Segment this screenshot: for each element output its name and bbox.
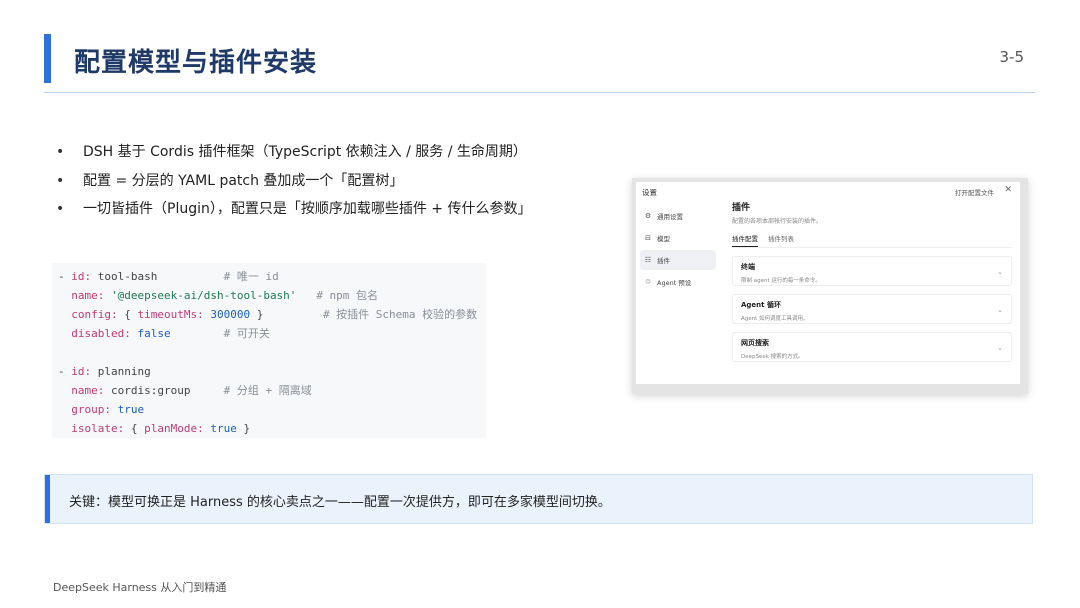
yaml-code-block: - id: tool-bash # 唯一 id name: '@deepseek…	[52, 263, 486, 438]
settings-sidebar: ⚙ 通用设置 ⊟ 模型 ☷ 插件 ♲ Agent 预设	[640, 206, 716, 294]
settings-screenshot: 设置 打开配置文件 ✕ ⚙ 通用设置 ⊟ 模型 ☷ 插件 ♲ Agent 预设 …	[632, 178, 1028, 394]
close-icon[interactable]: ✕	[1004, 185, 1012, 195]
list-icon: ☷	[644, 256, 652, 264]
sidebar-item-models[interactable]: ⊟ 模型	[640, 228, 716, 248]
title-divider	[44, 92, 1035, 93]
bullet-list: DSH 基于 Cordis 插件框架（TypeScript 依赖注入 / 服务 …	[56, 138, 531, 224]
plugins-pane: 插件 配置的各项本部帐行安装的插件。 插件配置 插件列表 终端 限制 agent…	[732, 200, 1012, 362]
card-subtitle: 限制 agent 运行的每一条命令。	[741, 278, 821, 284]
page-number: 3-5	[999, 48, 1025, 66]
chevron-down-icon[interactable]: ⌄	[997, 306, 1003, 314]
bullet-item: DSH 基于 Cordis 插件框架（TypeScript 依赖注入 / 服务 …	[56, 138, 531, 167]
sidebar-item-label: Agent 预设	[657, 279, 692, 287]
tab-plugin-list[interactable]: 插件列表	[768, 233, 794, 247]
card-subtitle: DeepSeek 搜索的方式。	[741, 354, 804, 360]
title-accent-bar	[44, 34, 51, 83]
code-text: - id: tool-bash # 唯一 id name: '@deepseek…	[58, 270, 478, 435]
card-title: Agent 循环	[741, 301, 781, 309]
callout-text: 关键：模型可换正是 Harness 的核心卖点之一——配置一次提供方，即可在多家…	[69, 495, 611, 510]
sidebar-item-label: 插件	[657, 257, 670, 265]
pane-subtitle: 配置的各项本部帐行安装的插件。	[732, 218, 823, 225]
sidebar-item-label: 通用设置	[657, 213, 683, 221]
page-title: 配置模型与插件安装	[74, 48, 318, 78]
card-subtitle: Agent 如何调度工具调用。	[741, 316, 809, 322]
chevron-down-icon[interactable]: ⌄	[997, 268, 1003, 276]
card-title: 终端	[741, 263, 755, 271]
open-config-button[interactable]: 打开配置文件	[955, 187, 994, 197]
pane-title: 插件	[732, 203, 751, 213]
sidebar-item-label: 模型	[657, 235, 670, 243]
gear-icon: ⚙	[644, 212, 652, 220]
plugin-card-web-search[interactable]: 网页搜索 DeepSeek 搜索的方式。 ⌄	[732, 332, 1012, 362]
recycle-icon: ♲	[644, 278, 652, 286]
card-title: 网页搜索	[741, 339, 769, 347]
sidebar-item-general[interactable]: ⚙ 通用设置	[640, 206, 716, 226]
callout-accent-bar	[45, 475, 50, 523]
tab-plugin-config[interactable]: 插件配置	[732, 233, 758, 247]
bullet-item: 配置 = 分层的 YAML patch 叠加成一个「配置树」	[56, 167, 531, 196]
footer-text: DeepSeek Harness 从入门到精通	[53, 581, 227, 594]
settings-title: 设置	[642, 188, 657, 197]
sidebar-item-plugins[interactable]: ☷ 插件	[640, 250, 716, 270]
chevron-down-icon[interactable]: ⌄	[997, 344, 1003, 352]
sidebar-item-agent-presets[interactable]: ♲ Agent 预设	[640, 272, 716, 292]
model-icon: ⊟	[645, 234, 651, 242]
bullet-item: 一切皆插件（Plugin），配置只是「按顺序加载哪些插件 + 传什么参数」	[56, 195, 531, 224]
key-callout: 关键：模型可换正是 Harness 的核心卖点之一——配置一次提供方，即可在多家…	[44, 474, 1033, 524]
plugin-card-terminal[interactable]: 终端 限制 agent 运行的每一条命令。 ⌄	[732, 256, 1012, 286]
plugin-tabs: 插件配置 插件列表	[732, 233, 1012, 248]
plugin-card-agent-loop[interactable]: Agent 循环 Agent 如何调度工具调用。 ⌄	[732, 294, 1012, 324]
settings-window: 设置 打开配置文件 ✕ ⚙ 通用设置 ⊟ 模型 ☷ 插件 ♲ Agent 预设 …	[636, 182, 1020, 384]
